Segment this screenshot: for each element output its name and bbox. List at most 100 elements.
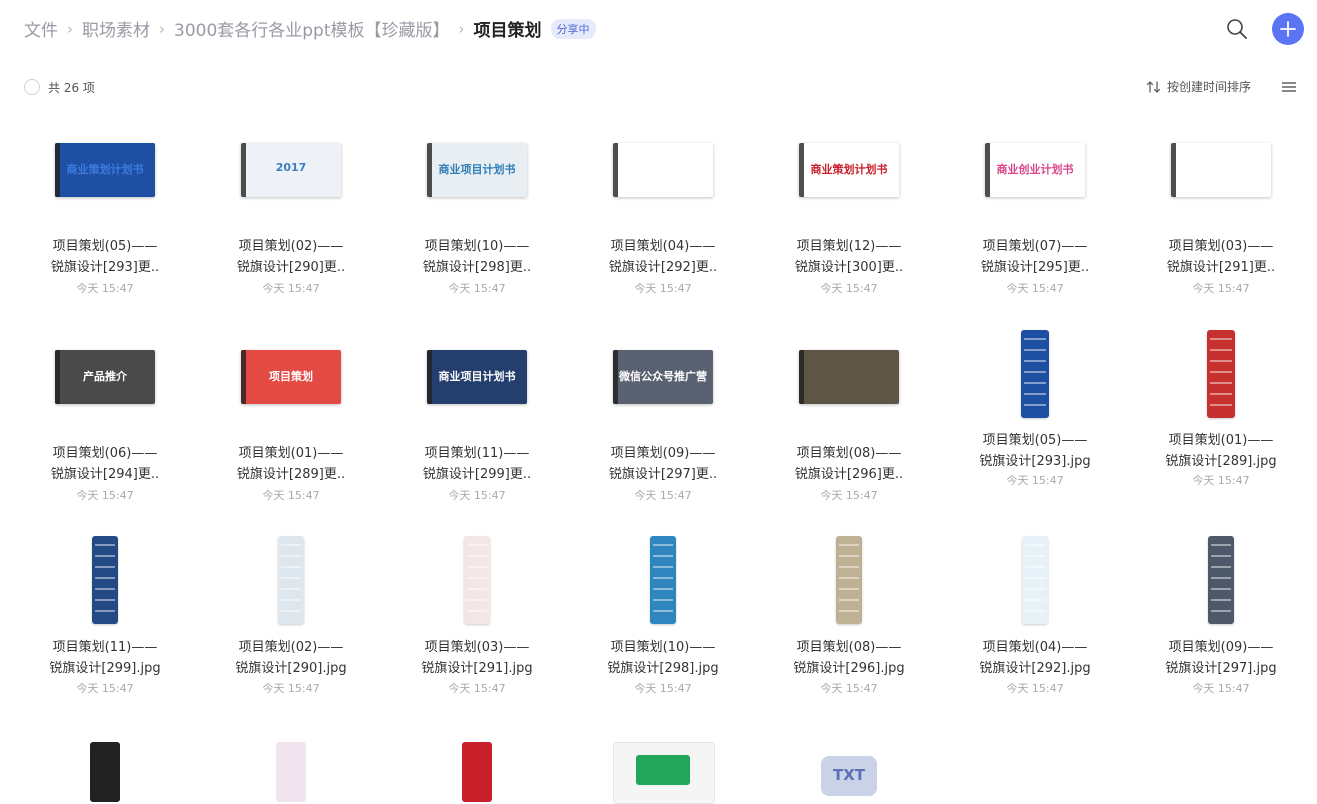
file-thumbnail: 商业策划计划书: [55, 143, 155, 197]
thumbnail-binding: [613, 350, 618, 404]
file-item[interactable]: 微信公众号推广营销项目策划(09)——锐旗设计[297]更..今天 15:47: [593, 207, 733, 502]
file-item[interactable]: 项目策划(03)—— 锐旗设计[291]更.. 今天 15:47: [1151, 0, 1291, 295]
thumbnail-detail: [281, 555, 301, 557]
thumbnail-detail: [839, 588, 859, 590]
file-item[interactable]: 项目策划(08)—— 锐旗设计[296]更.. 今天 15:47: [779, 207, 919, 502]
thumbnail-detail: [653, 577, 673, 579]
thumbnail-detail: [653, 544, 673, 546]
file-thumbnail: 商业项目计划书: [427, 350, 527, 404]
file-item[interactable]: 产品推介 项目策划(06)—— 锐旗设计[294]更.. 今天 15:47: [35, 207, 175, 502]
thumbnail-detail: [653, 588, 673, 590]
file-item[interactable]: [221, 612, 361, 802]
thumbnail-detail: [281, 599, 301, 601]
thumbnail-detail: [467, 566, 487, 568]
file-thumbnail: [613, 742, 715, 804]
thumbnail-detail: [1211, 566, 1231, 568]
file-name: 项目策划(04)—— 锐旗设计[292].jpg: [965, 637, 1105, 679]
file-thumbnail: [90, 742, 120, 802]
thumbnail-detail: [1025, 599, 1045, 601]
file-thumbnail: 项目策划: [241, 350, 341, 404]
thumbnail-detail: [1025, 577, 1045, 579]
thumbnail-detail: [1211, 588, 1231, 590]
thumbnail-detail: [653, 566, 673, 568]
file-thumbnail: TXT: [821, 756, 877, 796]
thumbnail-binding: [427, 350, 432, 404]
status-badge: 分享中: [550, 18, 596, 39]
file-item[interactable]: 项目策划(03)—— 锐旗设计[291].jpg 今天 15:47: [407, 406, 547, 695]
file-item[interactable]: 项目策划 项目策划(01)—— 锐旗设计[289]更.. 今天 15:47: [221, 207, 361, 502]
thumbnail-detail: [467, 588, 487, 590]
thumbnail-detail: [1210, 360, 1232, 362]
file-thumbnail: [650, 536, 676, 624]
file-item[interactable]: 商业项目计划书 项目策划(11)—— 锐旗设计[299]更.. 今天 15:47: [407, 207, 547, 502]
file-item[interactable]: 项目策划(09)—— 锐旗设计[297].jpg 今天 15:47: [1151, 406, 1291, 695]
thumbnail-binding: [55, 143, 60, 197]
thumbnail-detail: [1211, 610, 1231, 612]
file-thumbnail: [462, 742, 492, 802]
file-item[interactable]: TXT: [779, 612, 919, 802]
thumbnail-title: 微信公众号推广营销: [619, 370, 707, 383]
thumbnail-detail: [95, 555, 115, 557]
file-item[interactable]: 项目策划(11)—— 锐旗设计[299].jpg 今天 15:47: [35, 406, 175, 695]
thumbnail-title: 商业策划计划书: [66, 163, 144, 176]
thumbnail-detail: [1025, 610, 1045, 612]
file-item[interactable]: 商业项目计划书 项目策划(10)—— 锐旗设计[298]更.. 今天 15:47: [407, 0, 547, 295]
file-item[interactable]: 商业创业计划书 项目策划(07)—— 锐旗设计[295]更.. 今天 15:47: [965, 0, 1105, 295]
file-thumbnail: [1208, 536, 1234, 624]
thumbnail-detail: [1210, 371, 1232, 373]
thumbnail-binding: [427, 143, 432, 197]
thumbnail-binding: [241, 143, 246, 197]
thumbnail-detail: [1024, 349, 1046, 351]
thumbnail-detail: [1025, 566, 1045, 568]
thumbnail-detail: [1210, 349, 1232, 351]
file-item[interactable]: 商业策划计划书 项目策划(12)—— 锐旗设计[300]更.. 今天 15:47: [779, 0, 919, 295]
file-thumbnail: 商业项目计划书: [427, 143, 527, 197]
file-name-line-1: 项目策划(04)——: [982, 640, 1088, 655]
thumbnail-detail: [281, 566, 301, 568]
thumbnail-detail: [95, 544, 115, 546]
file-item[interactable]: [407, 612, 547, 802]
thumbnail-detail: [95, 566, 115, 568]
thumbnail-detail: [95, 577, 115, 579]
thumbnail-detail: [1024, 371, 1046, 373]
thumbnail-detail: [1211, 577, 1231, 579]
file-item[interactable]: 项目策划(08)—— 锐旗设计[296].jpg 今天 15:47: [779, 406, 919, 695]
file-item[interactable]: 项目策划(05)—— 锐旗设计[293].jpg 今天 15:47: [965, 207, 1105, 487]
file-thumbnail: 商业创业计划书: [985, 143, 1085, 197]
file-thumbnail: [276, 742, 306, 802]
thumbnail-detail: [1211, 555, 1231, 557]
thumbnail-detail: [281, 588, 301, 590]
file-thumbnail: [836, 536, 862, 624]
thumbnail-detail: [1025, 555, 1045, 557]
thumbnail-detail: [467, 555, 487, 557]
file-item[interactable]: 项目策划(04)—— 锐旗设计[292].jpg 今天 15:47: [965, 406, 1105, 695]
thumbnail-binding: [799, 350, 804, 404]
thumbnail-detail: [839, 577, 859, 579]
thumbnail-detail: [1211, 544, 1231, 546]
file-item[interactable]: 项目策划(02)—— 锐旗设计[290].jpg 今天 15:47: [221, 406, 361, 695]
file-item[interactable]: 项目策划(10)—— 锐旗设计[298].jpg 今天 15:47: [593, 406, 733, 695]
file-thumbnail: [1207, 330, 1235, 418]
thumbnail-detail: [281, 577, 301, 579]
thumbnail-detail: [839, 544, 859, 546]
thumbnail-detail: [467, 544, 487, 546]
thumbnail-title: 2017: [275, 161, 307, 174]
file-thumbnail: 2017: [241, 143, 341, 197]
file-thumbnail: 微信公众号推广营销: [613, 350, 713, 404]
file-item[interactable]: 2017 项目策划(02)—— 锐旗设计[290]更.. 今天 15:47: [221, 0, 361, 295]
file-item[interactable]: 项目策划(01)—— 锐旗设计[289].jpg 今天 15:47: [1151, 207, 1291, 487]
file-item[interactable]: 项目策划(04)—— 锐旗设计[292]更.. 今天 15:47: [593, 0, 733, 295]
file-thumbnail: 产品推介: [55, 350, 155, 404]
thumbnail-detail: [839, 566, 859, 568]
file-item[interactable]: [593, 612, 733, 804]
thumbnail-title: 商业创业计划书: [996, 163, 1074, 176]
file-item[interactable]: [35, 612, 175, 802]
thumbnail-detail: [653, 599, 673, 601]
file-name-line-2: 锐旗设计[292].jpg: [979, 661, 1091, 676]
file-name: 项目策划(09)—— 锐旗设计[297].jpg: [1151, 637, 1291, 679]
thumbnail-detail: [467, 599, 487, 601]
thumbnail-detail: [653, 555, 673, 557]
thumbnail-title: 项目策划: [269, 370, 313, 383]
file-item[interactable]: 商业策划计划书 项目策划(05)—— 锐旗设计[293]更.. 今天 15:47: [35, 0, 175, 295]
thumbnail-detail: [1024, 338, 1046, 340]
